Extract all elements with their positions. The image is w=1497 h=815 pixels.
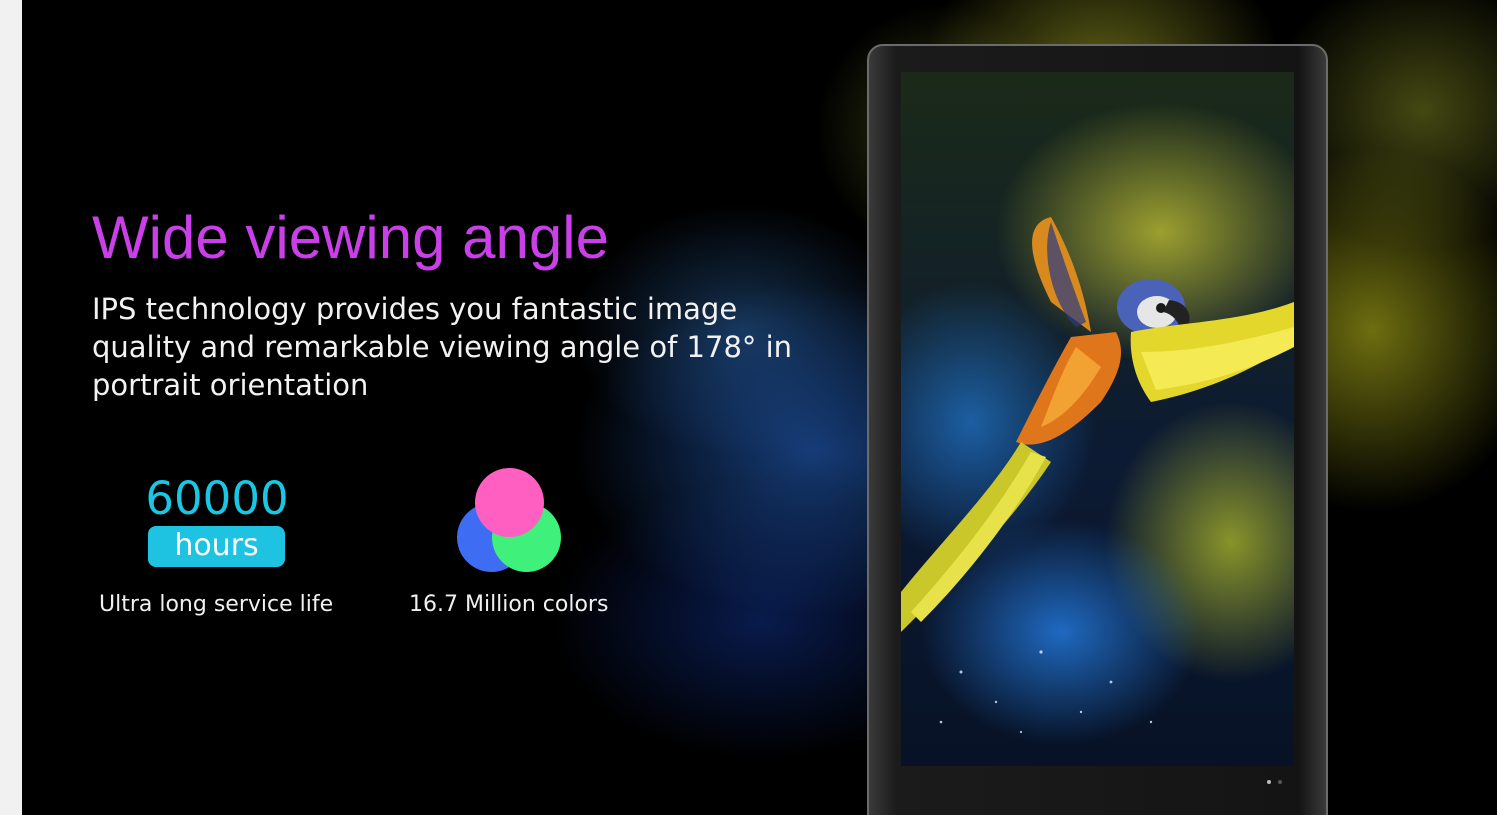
service-life-caption: Ultra long service life — [99, 592, 334, 617]
display-device — [867, 44, 1328, 815]
feature-description: IPS technology provides you fantastic im… — [92, 292, 793, 402]
page-indicator-active[interactable] — [1267, 780, 1271, 784]
colors-caption: 16.7 Million colors — [409, 592, 609, 617]
page-indicator[interactable] — [1278, 780, 1282, 784]
pink-circle — [475, 468, 544, 537]
display-screen — [901, 72, 1294, 766]
headline: Wide viewing angle — [92, 204, 609, 271]
service-life-unit-badge: hours — [148, 526, 285, 567]
hero-banner: Wide viewing angle IPS technology provid… — [22, 0, 1497, 815]
service-life-number: 60000 — [145, 472, 289, 525]
parrot-image — [901, 217, 1294, 734]
